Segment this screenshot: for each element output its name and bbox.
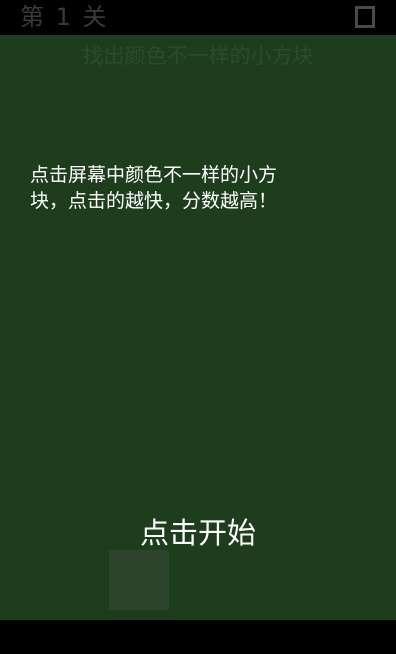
level-label: 第 1 关 [20, 3, 109, 31]
subtitle: 找出颜色不一样的小方块 [82, 44, 314, 68]
game-area[interactable]: 找出颜色不一样的小方块 点击屏幕中颜色不一样的小方 块，点击的越快，分数越高！ … [0, 35, 396, 620]
color-tile[interactable] [109, 550, 169, 610]
square-outline-icon[interactable] [355, 6, 375, 28]
bottom-bar [0, 620, 396, 654]
game-screen: 第 1 关 找出颜色不一样的小方块 点击屏幕中颜色不一样的小方 块，点击的越快，… [0, 0, 396, 654]
start-button[interactable]: 点击开始 [0, 513, 396, 553]
instructions-text: 点击屏幕中颜色不一样的小方 块，点击的越快，分数越高！ [30, 164, 278, 212]
top-bar: 第 1 关 [0, 0, 396, 35]
